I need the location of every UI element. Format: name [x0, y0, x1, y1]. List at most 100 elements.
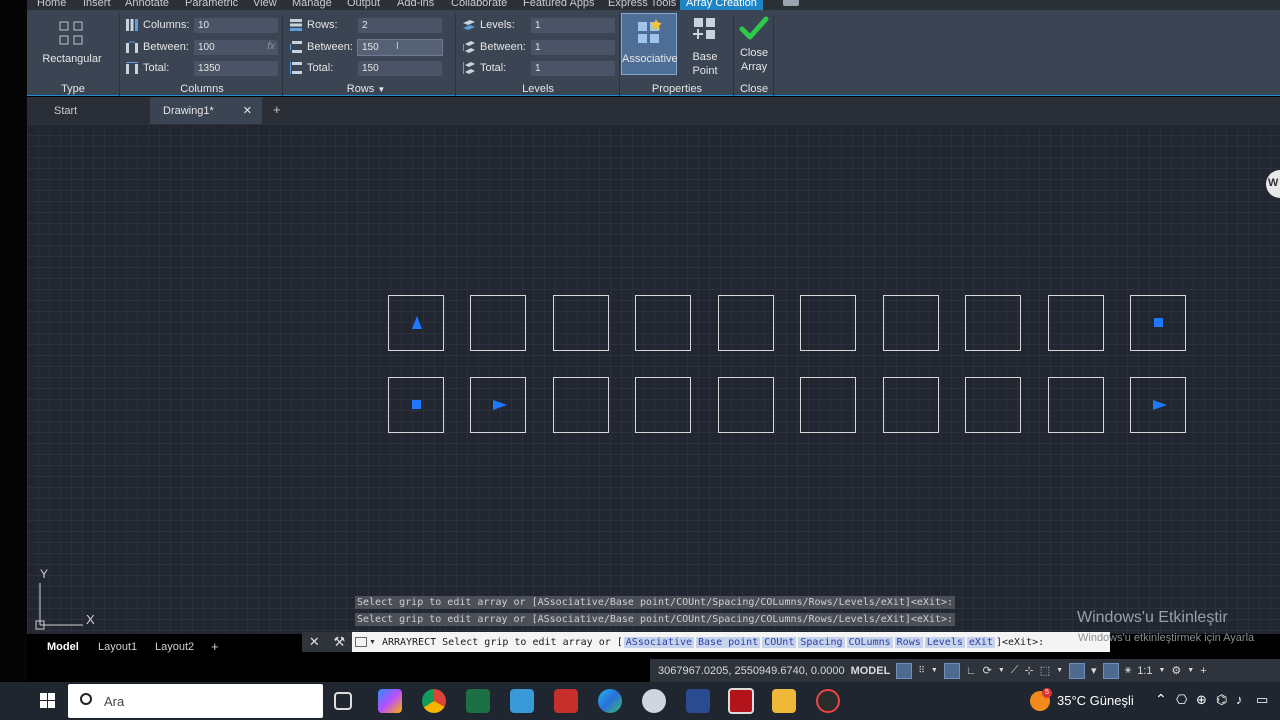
- app-icon[interactable]: [642, 689, 666, 713]
- base-grip-icon[interactable]: [412, 400, 421, 409]
- array-item[interactable]: [1048, 377, 1104, 433]
- tab-layout1[interactable]: Layout1: [98, 641, 137, 653]
- workspace-icon[interactable]: [783, 0, 799, 6]
- close-icon[interactable]: ✕: [243, 104, 252, 117]
- tab-start[interactable]: Start: [27, 97, 149, 124]
- annotation-scale[interactable]: 1:1: [1137, 665, 1152, 677]
- option-spacing[interactable]: Spacing: [798, 636, 845, 648]
- tray-app-icon[interactable]: ⎔: [1176, 692, 1187, 708]
- autocad-icon[interactable]: [728, 688, 754, 714]
- array-item[interactable]: [388, 377, 444, 433]
- array-item[interactable]: [635, 377, 691, 433]
- windows-start-icon[interactable]: [40, 693, 56, 709]
- array-item[interactable]: [470, 295, 526, 351]
- file-explorer-icon[interactable]: [772, 689, 796, 713]
- chevron-up-icon[interactable]: ⌃: [1155, 691, 1167, 708]
- ribbon-tab-parametric[interactable]: Parametric: [185, 0, 238, 9]
- array-item[interactable]: [883, 295, 939, 351]
- plus-icon[interactable]: +: [1200, 665, 1206, 677]
- column-spacing-grip-icon[interactable]: [493, 400, 507, 410]
- gear-icon[interactable]: ⚙: [1171, 664, 1181, 677]
- new-tab-button[interactable]: +: [273, 97, 281, 124]
- base-point-button[interactable]: Base Point: [679, 16, 731, 77]
- taskbar-search[interactable]: Ara: [68, 684, 323, 718]
- array-item[interactable]: [965, 295, 1021, 351]
- chevron-down-icon[interactable]: ▼: [1187, 667, 1194, 674]
- rows-count-input[interactable]: 2: [357, 16, 443, 34]
- drawing-canvas[interactable]: W: [27, 124, 1280, 634]
- array-item[interactable]: [883, 377, 939, 433]
- ortho-icon[interactable]: ∟: [966, 665, 977, 677]
- columns-count-input[interactable]: 10: [193, 16, 279, 34]
- ribbon-tab-addins[interactable]: Add-ins: [397, 0, 434, 9]
- ribbon-tab-output[interactable]: Output: [347, 0, 380, 9]
- polar-tracking-icon[interactable]: ⟳: [983, 664, 992, 677]
- autocad-trueview-icon[interactable]: [554, 689, 578, 713]
- array-item[interactable]: [965, 377, 1021, 433]
- chevron-down-icon[interactable]: ▼: [1158, 667, 1165, 674]
- levels-total-input[interactable]: 1: [530, 59, 616, 77]
- recorder-icon[interactable]: [816, 689, 840, 713]
- array-item[interactable]: [718, 295, 774, 351]
- array-item[interactable]: [800, 377, 856, 433]
- copilot-icon[interactable]: [378, 689, 402, 713]
- command-line[interactable]: ▼ ARRAYRECT Select grip to edit array or…: [352, 632, 1110, 652]
- array-item[interactable]: [635, 295, 691, 351]
- chrome-icon[interactable]: [422, 689, 446, 713]
- column-count-grip-icon[interactable]: [1153, 400, 1167, 410]
- levels-between-input[interactable]: 1: [530, 38, 616, 56]
- isodraft-icon[interactable]: ⟋: [1011, 664, 1019, 677]
- network-icon[interactable]: ⌬: [1216, 692, 1227, 708]
- tab-layout2[interactable]: Layout2: [155, 641, 194, 653]
- ribbon-tab-featured-apps[interactable]: Featured Apps: [523, 0, 595, 9]
- command-history-icon[interactable]: [355, 637, 367, 647]
- option-count[interactable]: COUnt: [762, 636, 797, 648]
- ribbon-tab-array-creation[interactable]: Array Creation: [680, 0, 763, 10]
- rectangular-button[interactable]: Rectangular: [41, 20, 103, 70]
- language-icon[interactable]: ⊕: [1196, 692, 1207, 708]
- level-grip-icon[interactable]: [412, 316, 422, 329]
- array-item[interactable]: [553, 377, 609, 433]
- new-layout-button[interactable]: +: [211, 639, 219, 654]
- snap-icon[interactable]: ⠿: [918, 665, 925, 676]
- chevron-down-icon[interactable]: ▼: [369, 639, 376, 646]
- ribbon-tab-manage[interactable]: Manage: [292, 0, 332, 9]
- array-item[interactable]: [1130, 295, 1186, 351]
- ribbon-tab-insert[interactable]: Insert: [83, 0, 111, 9]
- grid-icon[interactable]: [896, 662, 913, 679]
- ribbon-tab-view[interactable]: View: [253, 0, 277, 9]
- tab-model[interactable]: Model: [47, 641, 79, 653]
- close-array-button[interactable]: Close Array: [735, 16, 773, 78]
- array-item[interactable]: [718, 377, 774, 433]
- ribbon-tab-annotate[interactable]: Annotate: [125, 0, 169, 9]
- infer-constraints-icon[interactable]: [943, 662, 960, 679]
- rows-panel-title[interactable]: Rows ▼: [341, 83, 391, 95]
- auto-scale-icon[interactable]: ⚹: [1125, 664, 1132, 677]
- chevron-down-icon[interactable]: ▼: [931, 667, 938, 674]
- ribbon-tab-home[interactable]: Home: [37, 0, 66, 9]
- option-base-point[interactable]: Base point: [696, 636, 761, 648]
- option-associative[interactable]: ASsociative: [623, 636, 695, 648]
- volume-icon[interactable]: ♪: [1236, 692, 1243, 707]
- chevron-down-icon[interactable]: ▼: [998, 667, 1005, 674]
- array-item[interactable]: [800, 295, 856, 351]
- dwg-app-icon[interactable]: [686, 689, 710, 713]
- object-snap-tracking-icon[interactable]: ⊹: [1024, 664, 1033, 677]
- close-icon[interactable]: ✕: [309, 634, 320, 650]
- lineweight-icon[interactable]: [1069, 662, 1086, 679]
- option-columns[interactable]: COLumns: [846, 636, 893, 648]
- chevron-down-icon[interactable]: ▼: [1056, 667, 1063, 674]
- transparency-icon[interactable]: ▾: [1091, 664, 1097, 677]
- weather-text[interactable]: 35°C Güneşli: [1057, 693, 1134, 708]
- array-item[interactable]: [1130, 377, 1186, 433]
- columns-between-input[interactable]: 100 fx: [193, 38, 279, 56]
- option-levels[interactable]: Levels: [924, 636, 965, 648]
- viewcube-edge-icon[interactable]: W: [1266, 170, 1280, 198]
- tab-drawing1[interactable]: Drawing1* ✕: [150, 97, 262, 124]
- array-item[interactable]: [470, 377, 526, 433]
- array-item[interactable]: [553, 295, 609, 351]
- array-item[interactable]: [1048, 295, 1104, 351]
- ribbon-tab-express-tools[interactable]: Express Tools: [608, 0, 676, 9]
- levels-count-input[interactable]: 1: [530, 16, 616, 34]
- columns-total-input[interactable]: 1350: [193, 59, 279, 77]
